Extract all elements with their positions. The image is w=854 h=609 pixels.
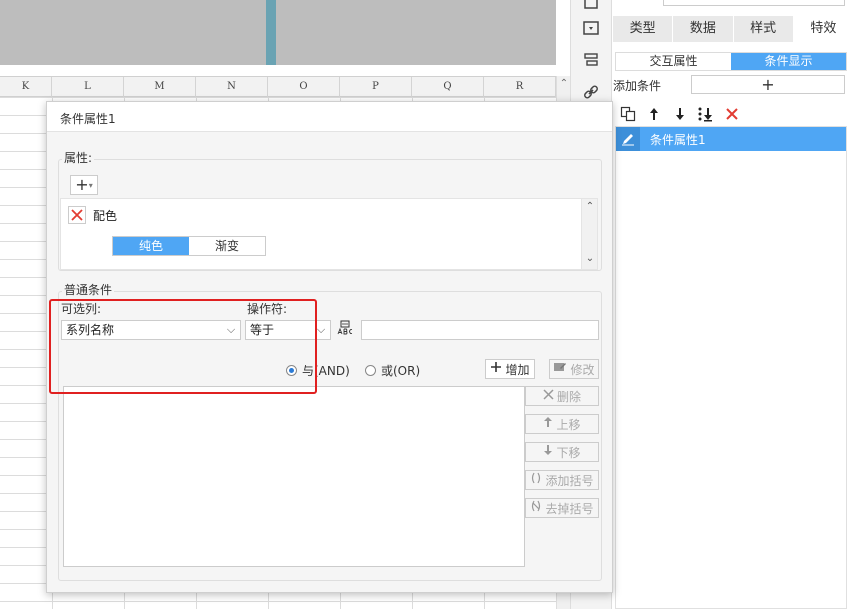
subtab-interaction[interactable]: 交互属性: [616, 53, 731, 70]
chart-preview-bar: [266, 0, 276, 65]
add-bracket-button[interactable]: 添加括号: [525, 470, 599, 490]
chart-properties-panel: 类型 数据 样式 特效 交互属性 条件显示 添加条件 + 条件属性1: [613, 0, 854, 609]
tab-style[interactable]: 样式: [734, 16, 794, 42]
column-header-m[interactable]: M: [124, 77, 196, 97]
radio-checked-icon: [286, 365, 297, 376]
delete-button[interactable]: 删除: [525, 386, 599, 406]
effect-subtabs: 交互属性 条件显示: [615, 52, 847, 71]
column-header-l[interactable]: L: [52, 77, 124, 97]
move-down-button[interactable]: 下移: [525, 442, 599, 462]
move-up-button-label: 上移: [556, 417, 581, 432]
property-tabs: 类型 数据 样式 特效: [613, 16, 854, 42]
condition-expression-list[interactable]: [63, 386, 525, 567]
column-header-r[interactable]: R: [484, 77, 556, 97]
chevron-up-icon[interactable]: ⌃: [582, 201, 598, 212]
add-property-button[interactable]: +▾: [70, 175, 98, 195]
copy-icon[interactable]: [619, 105, 637, 123]
column-label: 可选列:: [61, 302, 102, 316]
operator-label: 操作符:: [247, 302, 288, 316]
remove-property-icon[interactable]: [68, 206, 86, 224]
remove-bracket-button-label: 去掉括号: [545, 501, 594, 516]
chevron-down-icon[interactable]: ⌄: [582, 253, 598, 264]
column-header-k[interactable]: K: [0, 77, 52, 97]
add-condition-label: 添加条件: [613, 79, 662, 93]
or-radio-label: 或(OR): [381, 364, 421, 378]
property-list-scrollbar[interactable]: ⌃ ⌄: [581, 199, 597, 269]
move-up-button[interactable]: 上移: [525, 414, 599, 434]
modify-button[interactable]: 修改: [549, 359, 599, 379]
formula-abc-icon[interactable]: [336, 320, 356, 338]
column-select-value: 系列名称: [66, 323, 115, 337]
plus-icon: [490, 361, 502, 377]
layout-icon[interactable]: [581, 50, 601, 70]
condition-value-input[interactable]: [361, 320, 599, 340]
and-radio-label: 与(AND): [302, 364, 350, 378]
column-header-o[interactable]: O: [268, 77, 340, 97]
bracket-icon: [530, 472, 542, 488]
or-radio[interactable]: 或(OR): [365, 362, 420, 379]
arrow-up-icon: [543, 416, 553, 432]
add-bracket-button-label: 添加括号: [545, 473, 594, 488]
property-name: 配色: [93, 209, 118, 223]
column-header-row: K L M N O P Q R: [0, 76, 556, 97]
condition-toolbar: [619, 104, 741, 124]
remove-bracket-button[interactable]: 去掉括号: [525, 498, 599, 518]
arrow-up-icon[interactable]: [645, 105, 663, 123]
subtab-conditional-display[interactable]: 条件显示: [731, 53, 846, 70]
and-radio[interactable]: 与(AND): [286, 362, 350, 379]
gradient-option[interactable]: 渐变: [189, 237, 265, 255]
widget-settings-icon[interactable]: [581, 18, 601, 38]
top-field[interactable]: [663, 0, 845, 6]
operator-select-value: 等于: [250, 323, 275, 337]
remove-bracket-icon: [530, 500, 542, 516]
add-button[interactable]: 增加: [485, 359, 535, 379]
property-list: 配色 纯色 渐变 ⌃ ⌄: [60, 198, 598, 270]
plus-icon: +: [75, 175, 89, 194]
close-icon: [543, 388, 554, 404]
arrow-down-icon[interactable]: [671, 105, 689, 123]
tab-data[interactable]: 数据: [673, 16, 734, 42]
add-button-label: 增加: [505, 362, 530, 377]
scroll-up-icon[interactable]: ⌃: [557, 78, 570, 89]
column-select[interactable]: 系列名称 ⌵: [61, 320, 241, 340]
move-bottom-icon[interactable]: [697, 105, 715, 123]
chart-preview-area: [0, 0, 556, 65]
condition-list: 条件属性1: [615, 126, 847, 609]
radio-unchecked-icon: [365, 365, 376, 376]
edit-icon: [553, 361, 567, 377]
chevron-down-icon: ⌵: [222, 321, 240, 339]
hyperlink-icon[interactable]: [581, 82, 601, 102]
column-header-q[interactable]: Q: [412, 77, 484, 97]
solid-color-option[interactable]: 纯色: [113, 237, 189, 255]
chevron-down-icon: ⌵: [312, 321, 330, 339]
add-condition-button[interactable]: +: [691, 75, 845, 94]
normal-condition-legend: 普通条件: [62, 281, 115, 298]
cell-element-icon[interactable]: [581, 0, 601, 12]
arrow-down-icon: [543, 444, 553, 460]
list-item-label: 条件属性1: [650, 132, 706, 147]
dropdown-caret-icon: ▾: [88, 181, 93, 190]
color-mode-toggle: 纯色 渐变: [112, 236, 266, 256]
move-down-button-label: 下移: [556, 445, 581, 460]
tab-type[interactable]: 类型: [613, 16, 674, 42]
modify-button-label: 修改: [570, 362, 595, 377]
column-header-n[interactable]: N: [196, 77, 268, 97]
operator-select[interactable]: 等于 ⌵: [245, 320, 331, 340]
list-item[interactable]: 条件属性1: [616, 127, 846, 151]
pencil-icon[interactable]: [616, 127, 640, 151]
delete-button-label: 删除: [556, 389, 581, 404]
dialog-body: 属性: +▾ 配色 纯色 渐变 ⌃ ⌄ 普通条件 可选列: 系列名称 ⌵ 操作符…: [46, 101, 613, 593]
tab-effects[interactable]: 特效: [793, 16, 854, 42]
column-header-p[interactable]: P: [340, 77, 412, 97]
delete-icon[interactable]: [723, 105, 741, 123]
property-group-legend: 属性:: [62, 149, 95, 166]
